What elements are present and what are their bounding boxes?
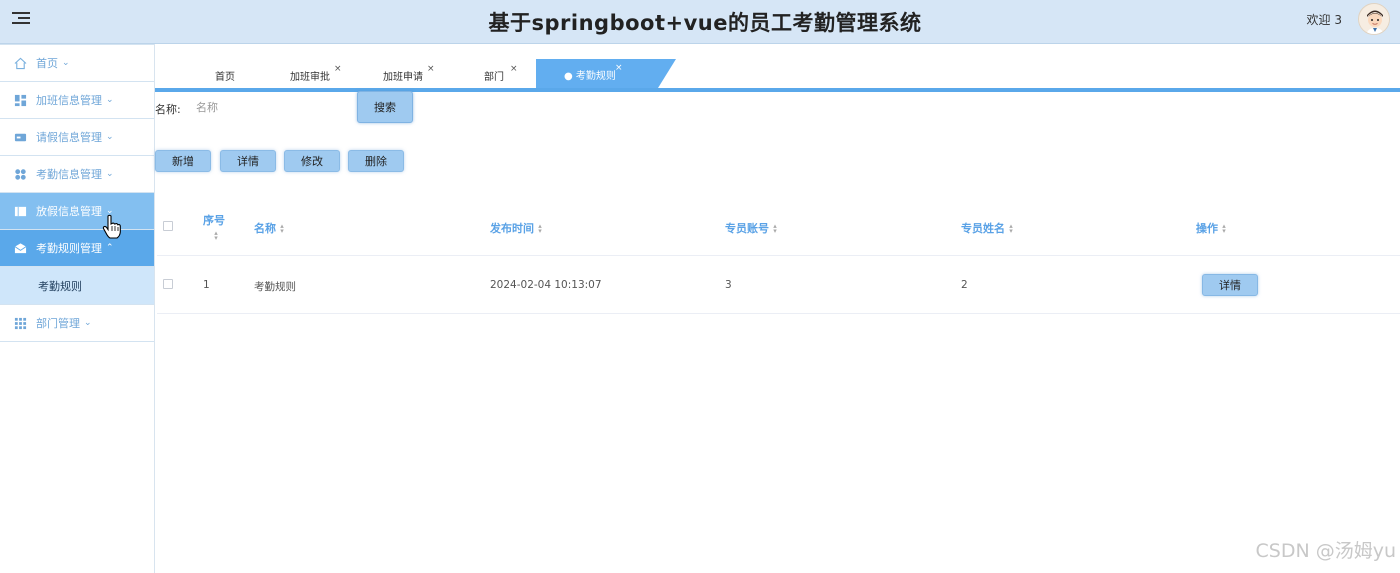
sort-icon[interactable]: ▴ ▾: [1008, 223, 1014, 235]
add-button[interactable]: 新增: [155, 150, 211, 172]
column-label: 专员姓名: [961, 222, 1005, 235]
sidebar-item-label: 请假信息管理: [36, 131, 102, 144]
sidebar-subitem-rules[interactable]: 考勤规则: [0, 267, 154, 305]
chevron-up-icon: ⌃: [106, 243, 114, 253]
tab-label: 首页: [215, 72, 235, 83]
sort-icon[interactable]: ▴ ▾: [537, 223, 543, 235]
chevron-down-icon: ⌄: [106, 169, 114, 179]
search-input[interactable]: [196, 96, 346, 118]
chevron-down-icon: ⌄: [106, 95, 114, 105]
dashboard-icon: [14, 94, 27, 106]
tab-overtime-apply[interactable]: 加班申请 ×: [383, 64, 435, 83]
tab-attendance-rules[interactable]: ● 考勤规则 ×: [536, 59, 676, 88]
sidebar-item-label: 首页: [36, 57, 58, 70]
top-header: 基于springboot+vue的员工考勤管理系统 欢迎 3: [0, 0, 1400, 44]
column-header-account[interactable]: 专员账号 ▴ ▾: [725, 220, 778, 236]
sidebar-item-label: 考勤信息管理: [36, 168, 102, 181]
close-icon[interactable]: ×: [334, 64, 342, 74]
avatar[interactable]: [1358, 3, 1390, 35]
sidebar-item-rules[interactable]: 考勤规则管理 ⌃: [0, 229, 154, 267]
chevron-down-icon: ⌄: [62, 58, 70, 68]
search-button[interactable]: 搜索: [357, 91, 413, 123]
tab-label: 加班审批: [290, 72, 330, 83]
sidebar-item-leave[interactable]: 请假信息管理 ⌄: [0, 118, 154, 156]
column-label: 序号: [203, 214, 225, 227]
column-label: 发布时间: [490, 222, 534, 235]
close-icon[interactable]: ×: [427, 64, 435, 74]
tab-overtime-approval[interactable]: 加班审批 ×: [290, 64, 342, 83]
sidebar-item-holiday[interactable]: 放假信息管理 ⌄: [0, 192, 154, 230]
book-icon: [14, 206, 27, 216]
chevron-down-icon: ⌄: [84, 318, 92, 328]
sidebar-item-label: 部门管理: [36, 317, 80, 330]
home-icon: [14, 57, 27, 69]
chevron-down-icon: ⌄: [106, 132, 114, 142]
column-header-time[interactable]: 发布时间 ▴ ▾: [490, 220, 543, 236]
search-label: 名称:: [155, 103, 181, 116]
close-icon[interactable]: ×: [615, 63, 623, 73]
tab-department[interactable]: 部门 ×: [484, 64, 518, 83]
cell-index: 1: [203, 279, 210, 291]
delete-button[interactable]: 删除: [348, 150, 404, 172]
hand-cursor-icon: [102, 214, 121, 239]
sort-icon[interactable]: ▴ ▾: [279, 223, 285, 235]
sidebar-item-overtime[interactable]: 加班信息管理 ⌄: [0, 81, 154, 119]
app-title: 基于springboot+vue的员工考勤管理系统: [488, 11, 922, 35]
table-header-row: 序号 ▴ ▾ 名称 ▴ ▾ 发布时间 ▴ ▾ 专员账号 ▴ ▾ 专员姓名 ▴ ▾ 操作 ▴ ▾: [157, 200, 1400, 256]
column-label: 操作: [1196, 222, 1218, 235]
sidebar-item-label: 考勤规则管理: [36, 242, 102, 255]
cell-name: 考勤规则: [254, 281, 296, 293]
tab-label: 加班申请: [383, 72, 423, 83]
sort-icon[interactable]: ▴ ▾: [772, 223, 778, 235]
watermark: CSDN @汤姆yu: [1255, 540, 1397, 562]
column-header-index[interactable]: 序号 ▴ ▾: [203, 212, 225, 242]
close-icon[interactable]: ×: [510, 64, 518, 74]
sidebar: 首页 ⌄ 加班信息管理 ⌄ 请假信息管理 ⌄ 考勤信息管理 ⌄ 放假信息管理 ⌄…: [0, 44, 155, 573]
sidebar-item-home[interactable]: 首页 ⌄: [0, 44, 154, 82]
tab-strip: 首页 加班审批 × 加班申请 × 部门 × ● 考勤规则 ×: [155, 58, 1400, 92]
sidebar-item-attendance[interactable]: 考勤信息管理 ⌄: [0, 155, 154, 193]
column-header-username[interactable]: 专员姓名 ▴ ▾: [961, 220, 1014, 236]
grid-circles-icon: [15, 168, 26, 180]
sidebar-item-department[interactable]: 部门管理 ⌄: [0, 304, 154, 342]
sort-icon[interactable]: ▴ ▾: [1221, 223, 1227, 235]
detail-button[interactable]: 详情: [220, 150, 276, 172]
cell-time: 2024-02-04 10:13:07: [490, 279, 602, 291]
card-icon: [14, 133, 27, 141]
apps-icon: [14, 317, 27, 329]
column-header-operation[interactable]: 操作 ▴ ▾: [1196, 220, 1227, 236]
sort-icon[interactable]: ▴ ▾: [213, 230, 219, 242]
tab-home[interactable]: 首页: [215, 68, 235, 83]
data-table: 序号 ▴ ▾ 名称 ▴ ▾ 发布时间 ▴ ▾ 专员账号 ▴ ▾ 专员姓名 ▴ ▾ 操作 ▴ ▾ 1 考…: [157, 200, 1400, 314]
cell-username: 2: [961, 279, 968, 291]
edit-button[interactable]: 修改: [284, 150, 340, 172]
welcome-text: 欢迎 3: [1306, 13, 1342, 27]
column-label: 专员账号: [725, 222, 769, 235]
row-checkbox[interactable]: [163, 279, 173, 289]
tab-label: ● 考勤规则: [564, 71, 616, 82]
column-header-name[interactable]: 名称 ▴ ▾: [254, 220, 285, 236]
tab-underline: [155, 88, 1400, 92]
cell-account: 3: [725, 279, 732, 291]
select-all-checkbox[interactable]: [163, 221, 173, 231]
column-label: 名称: [254, 222, 276, 235]
envelope-icon: [14, 242, 27, 253]
tab-label: 部门: [484, 72, 504, 83]
row-detail-button[interactable]: 详情: [1202, 274, 1258, 296]
sidebar-item-label: 加班信息管理: [36, 94, 102, 107]
sidebar-item-label: 放假信息管理: [36, 205, 102, 218]
